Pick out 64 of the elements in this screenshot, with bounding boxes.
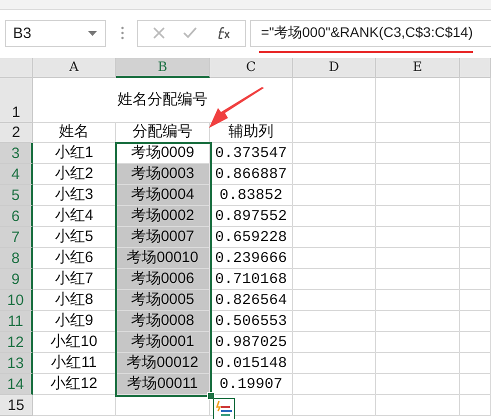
table-cell: 考场0001 <box>116 332 210 353</box>
cancel-icon[interactable] <box>153 27 166 39</box>
function-icon[interactable] <box>216 27 230 39</box>
row-header[interactable]: 8 <box>0 248 33 269</box>
table-cell: 考场0002 <box>116 206 210 227</box>
column-header[interactable]: E <box>376 58 460 78</box>
row-header[interactable]: 14 <box>0 374 33 395</box>
check-icon[interactable] <box>183 27 198 39</box>
caret-icon <box>88 30 97 36</box>
column-header[interactable]: C <box>210 58 293 78</box>
row-header[interactable]: 11 <box>0 311 33 332</box>
table-cell: 考场0006 <box>116 269 210 290</box>
table-cell: 0.897552 <box>210 206 293 227</box>
table-cell: 0.239666 <box>210 248 293 269</box>
table-cell: 小红1 <box>33 143 116 164</box>
table-cell: 小红9 <box>33 311 116 332</box>
table-cell: 考场0004 <box>116 185 210 206</box>
table-cell: 考场00012 <box>116 353 210 374</box>
table-cell: 0.659228 <box>210 227 293 248</box>
table-cell: 0.373547 <box>210 143 293 164</box>
fill-handle[interactable] <box>207 392 215 400</box>
name-box[interactable]: B3 <box>5 20 106 46</box>
drag-handle-icon[interactable] <box>121 26 124 40</box>
table-cell: 考场0003 <box>116 164 210 185</box>
table-cell: 0.506553 <box>210 311 293 332</box>
table-cell: 0.987025 <box>210 332 293 353</box>
row-header[interactable]: 3 <box>0 143 33 164</box>
table-cell: 考场00010 <box>116 248 210 269</box>
quick-analysis-icon[interactable] <box>213 398 235 419</box>
column-header[interactable]: B <box>116 58 210 78</box>
table-cell: 考场0008 <box>116 311 210 332</box>
table-cell: 小红11 <box>33 353 116 374</box>
row-header[interactable]: 10 <box>0 290 33 311</box>
row-header[interactable]: 2 <box>0 123 33 143</box>
row-header[interactable]: 12 <box>0 332 33 353</box>
table-cell: 小红3 <box>33 185 116 206</box>
row-header[interactable]: 15 <box>0 395 33 416</box>
row-header[interactable]: 6 <box>0 206 33 227</box>
table-cell: 0.015148 <box>210 353 293 374</box>
row-header[interactable]: 5 <box>0 185 33 206</box>
table-cell: 小红4 <box>33 206 116 227</box>
table-cell: 考场00011 <box>116 374 210 395</box>
table-cell: 考场0005 <box>116 290 210 311</box>
table-cell: 考场0007 <box>116 227 210 248</box>
table-cell: 0.710168 <box>210 269 293 290</box>
table-cell: 0.83852 <box>210 185 293 206</box>
table-cell: 小红12 <box>33 374 116 395</box>
column-heading: 姓名 <box>33 123 116 143</box>
row-header[interactable]: 4 <box>0 164 33 185</box>
column-header[interactable]: A <box>33 58 116 78</box>
table-cell: 小红8 <box>33 290 116 311</box>
table-cell: 小红10 <box>33 332 116 353</box>
row-header[interactable]: 7 <box>0 227 33 248</box>
row-header[interactable]: 9 <box>0 269 33 290</box>
table-cell: 小红5 <box>33 227 116 248</box>
table-cell: 0.826564 <box>210 290 293 311</box>
formula-field[interactable]: ="考场000"&RANK(C3,C$3:C$14) <box>250 20 491 46</box>
row-header[interactable]: 1 <box>0 78 33 123</box>
table-cell: 小红6 <box>33 248 116 269</box>
column-header[interactable]: D <box>293 58 376 78</box>
table-cell: 小红2 <box>33 164 116 185</box>
table-cell: 0.866887 <box>210 164 293 185</box>
table-cell: 小红7 <box>33 269 116 290</box>
row-header[interactable]: 13 <box>0 353 33 374</box>
